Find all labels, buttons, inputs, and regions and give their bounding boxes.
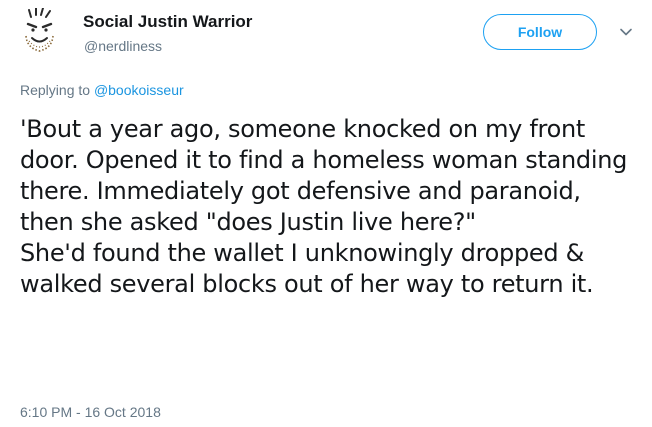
chevron-down-icon[interactable]	[618, 24, 634, 40]
reply-prefix: Replying to	[20, 82, 94, 98]
tweet-timestamp[interactable]: 6:10 PM - 16 Oct 2018	[20, 403, 161, 421]
avatar[interactable]	[17, 7, 63, 54]
tweet-text: 'Bout a year ago, someone knocked on my …	[20, 115, 628, 298]
cartoon-face-avatar-icon	[25, 7, 54, 52]
reply-context: Replying to @bookoisseur	[20, 80, 184, 100]
author-display-name[interactable]: Social Justin Warrior	[83, 11, 252, 33]
author-handle[interactable]: @nerdliness	[84, 36, 162, 56]
follow-button[interactable]: Follow	[483, 14, 597, 50]
reply-mention-link[interactable]: @bookoisseur	[94, 82, 184, 98]
tweet-card: Social Justin Warrior @nerdliness Follow…	[0, 0, 652, 427]
